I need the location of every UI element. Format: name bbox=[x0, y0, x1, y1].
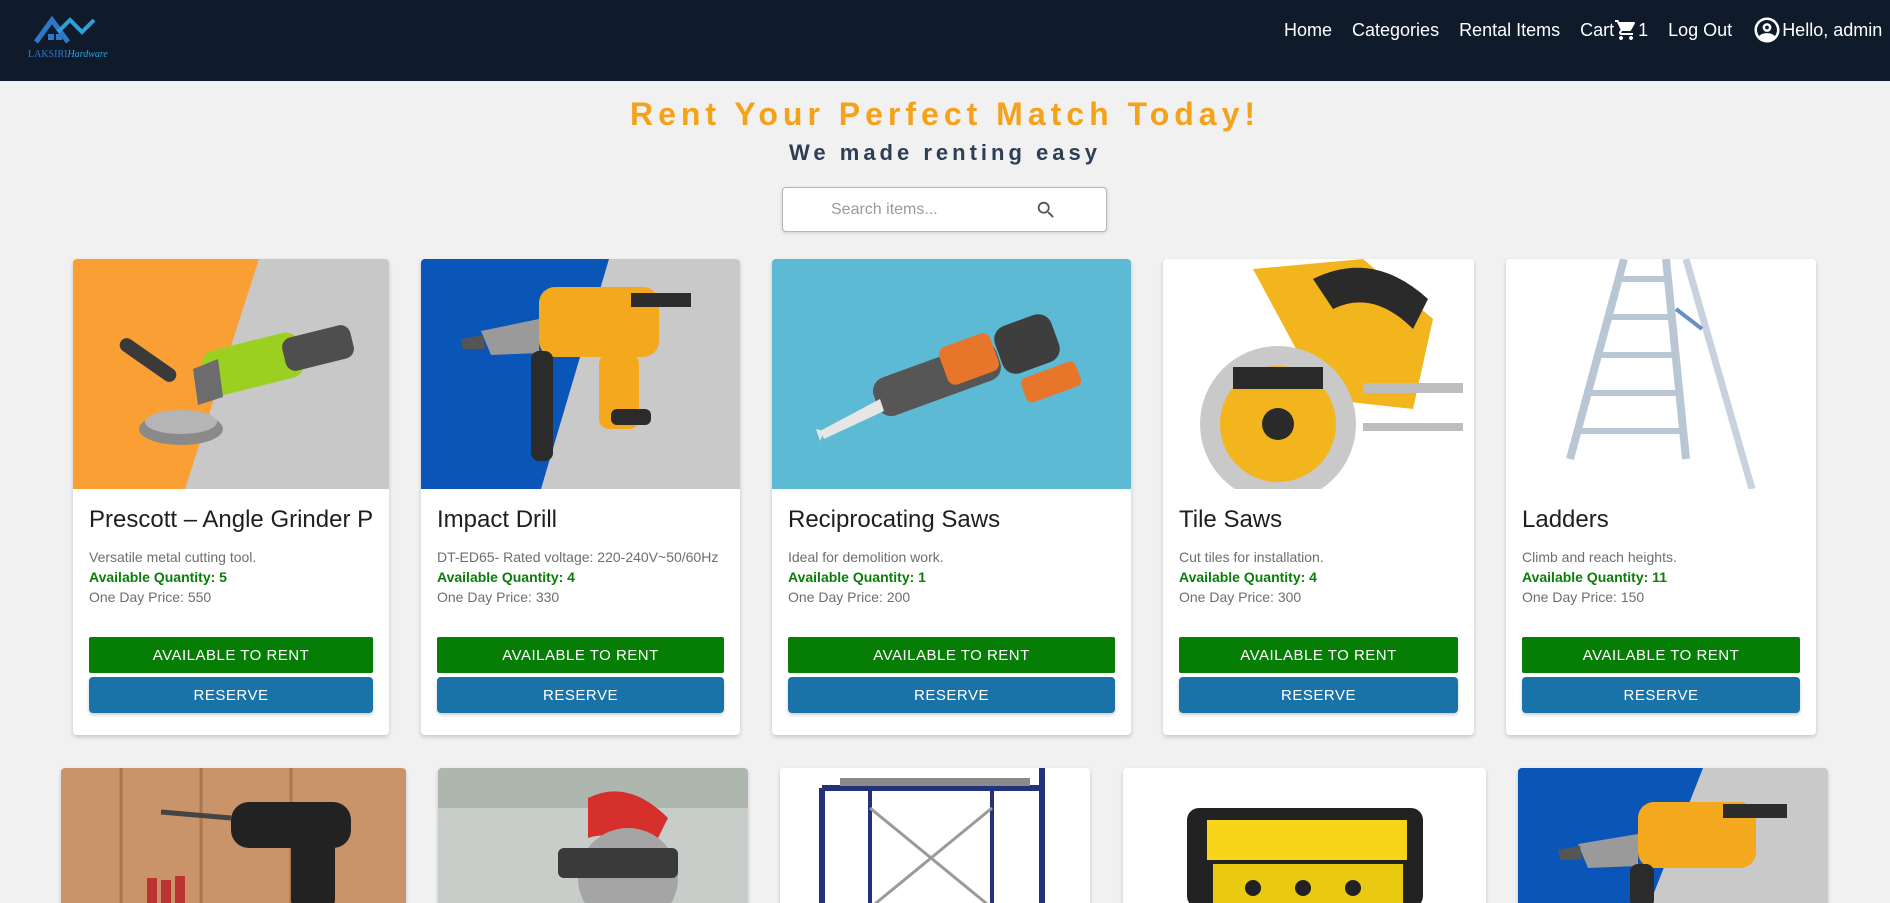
cart-count: 1 bbox=[1638, 19, 1649, 40]
item-quantity: Available Quantity: 4 bbox=[1179, 569, 1317, 585]
angle-grinder-image bbox=[73, 259, 389, 489]
nav-rental-items[interactable]: Rental Items bbox=[1459, 20, 1560, 41]
item-price: One Day Price: 330 bbox=[437, 589, 560, 605]
item-description: DT-ED65- Rated voltage: 220-240V~50/60Hz bbox=[437, 549, 719, 565]
item-card bbox=[780, 768, 1090, 903]
hero-subtitle: We made renting easy bbox=[789, 140, 1101, 165]
item-image bbox=[1163, 259, 1474, 489]
logo[interactable]: LAKSIRIHardware bbox=[28, 16, 112, 62]
item-card: Prescott – Angle Grinder P Versatile met… bbox=[73, 259, 389, 735]
item-description: Climb and reach heights. bbox=[1522, 549, 1677, 565]
item-name: Impact Drill bbox=[437, 506, 558, 533]
item-card: Ladders Climb and reach heights. Availab… bbox=[1506, 259, 1816, 735]
available-to-rent-button[interactable]: AVAILABLE TO RENT bbox=[1179, 637, 1458, 673]
item-card: Reciprocating Saws Ideal for demolition … bbox=[772, 259, 1131, 735]
user-account-icon bbox=[1754, 17, 1780, 43]
user-greeting: Hello, admin bbox=[1782, 19, 1883, 40]
available-to-rent-button[interactable]: AVAILABLE TO RENT bbox=[437, 637, 724, 673]
search-box[interactable] bbox=[782, 187, 1107, 232]
item-image bbox=[1506, 259, 1816, 489]
impact-drill-image bbox=[1518, 768, 1828, 903]
item-card: Impact Drill DT-ED65- Rated voltage: 220… bbox=[421, 259, 740, 735]
item-card bbox=[1518, 768, 1828, 903]
available-to-rent-button[interactable]: AVAILABLE TO RENT bbox=[1522, 637, 1800, 673]
reserve-button[interactable]: RESERVE bbox=[1179, 677, 1458, 713]
item-card: Tile Saws Cut tiles for installation. Av… bbox=[1163, 259, 1474, 735]
hero-title: Rent Your Perfect Match Today! bbox=[629, 96, 1261, 132]
impact-drill-image bbox=[421, 259, 740, 489]
cordless-drill-image bbox=[61, 768, 406, 903]
item-card bbox=[1123, 768, 1486, 903]
item-image bbox=[73, 259, 389, 489]
cart-label: Cart bbox=[1580, 19, 1615, 40]
item-quantity: Available Quantity: 4 bbox=[437, 569, 575, 585]
house-logo-icon bbox=[34, 16, 96, 44]
item-card bbox=[61, 768, 406, 903]
item-price: One Day Price: 200 bbox=[788, 589, 911, 605]
ladder-image bbox=[1506, 259, 1816, 489]
navbar: LAKSIRIHardware Home Categories Rental I… bbox=[0, 0, 1890, 81]
scaffolding-image bbox=[780, 768, 1090, 903]
item-description: Versatile metal cutting tool. bbox=[89, 549, 257, 565]
logo-word1: LAKSIRI bbox=[28, 49, 68, 60]
tile-saw-image bbox=[1163, 259, 1474, 489]
nav-links: Home Categories Rental Items Cart 1 Log … bbox=[1284, 15, 1882, 45]
available-to-rent-button[interactable]: AVAILABLE TO RENT bbox=[788, 637, 1115, 673]
item-price: One Day Price: 150 bbox=[1522, 589, 1645, 605]
search-icon[interactable] bbox=[1035, 199, 1057, 221]
item-name: Tile Saws bbox=[1179, 506, 1283, 533]
cart-icon bbox=[1615, 20, 1636, 40]
reserve-button[interactable]: RESERVE bbox=[89, 677, 373, 713]
reserve-button[interactable]: RESERVE bbox=[788, 677, 1115, 713]
item-image bbox=[421, 259, 740, 489]
circular-saw-image bbox=[438, 768, 748, 903]
item-quantity: Available Quantity: 1 bbox=[788, 569, 926, 585]
item-image bbox=[772, 259, 1131, 489]
item-price: One Day Price: 550 bbox=[89, 589, 212, 605]
item-description: Cut tiles for installation. bbox=[1179, 549, 1324, 565]
reserve-button[interactable]: RESERVE bbox=[437, 677, 724, 713]
item-price: One Day Price: 300 bbox=[1179, 589, 1302, 605]
item-name: Prescott – Angle Grinder P bbox=[89, 506, 374, 533]
search-input[interactable] bbox=[831, 196, 1031, 224]
item-description: Ideal for demolition work. bbox=[788, 549, 944, 565]
item-name: Ladders bbox=[1522, 506, 1609, 533]
nav-user[interactable]: Hello, admin bbox=[1752, 15, 1882, 45]
item-quantity: Available Quantity: 11 bbox=[1522, 569, 1667, 585]
item-card bbox=[438, 768, 748, 903]
generator-image bbox=[1123, 768, 1486, 903]
item-name: Reciprocating Saws bbox=[788, 506, 1001, 533]
reserve-button[interactable]: RESERVE bbox=[1522, 677, 1800, 713]
nav-categories[interactable]: Categories bbox=[1352, 20, 1439, 41]
nav-logout[interactable]: Log Out bbox=[1668, 20, 1732, 41]
reciprocating-saw-image bbox=[772, 259, 1131, 489]
available-to-rent-button[interactable]: AVAILABLE TO RENT bbox=[89, 637, 373, 673]
logo-text: LAKSIRIHardware bbox=[28, 49, 108, 60]
nav-home[interactable]: Home bbox=[1284, 20, 1332, 41]
nav-cart[interactable]: Cart 1 bbox=[1580, 18, 1648, 42]
item-quantity: Available Quantity: 5 bbox=[89, 569, 227, 585]
logo-word2: Hardware bbox=[67, 49, 108, 60]
